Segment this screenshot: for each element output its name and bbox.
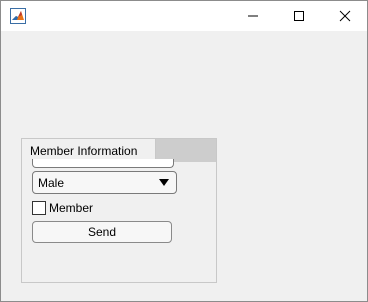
member-checkbox[interactable]	[32, 201, 46, 215]
title-bar[interactable]	[1, 1, 367, 31]
member-checkbox-label: Member	[49, 201, 94, 215]
app-window: Member Information Male Member Send	[0, 0, 368, 302]
tab-label: Member Information	[30, 144, 138, 158]
minimize-button[interactable]	[230, 1, 276, 31]
tab-content: Male Member Send	[22, 159, 216, 282]
send-button-label: Send	[87, 225, 117, 239]
minimize-icon	[248, 15, 258, 17]
matlab-logo-icon	[10, 8, 26, 24]
tab-group: Member Information Male Member Send	[21, 138, 217, 283]
send-button[interactable]: Send	[32, 221, 172, 243]
member-checkbox-row[interactable]: Member	[32, 200, 93, 216]
close-icon	[339, 10, 351, 22]
maximize-icon	[294, 11, 304, 21]
maximize-button[interactable]	[276, 1, 322, 31]
dropdown-selected-value: Male	[38, 175, 65, 190]
name-field[interactable]	[32, 159, 174, 168]
gender-dropdown[interactable]: Male	[32, 171, 177, 194]
close-button[interactable]	[322, 1, 368, 31]
dropdown-arrow-icon	[159, 179, 169, 186]
